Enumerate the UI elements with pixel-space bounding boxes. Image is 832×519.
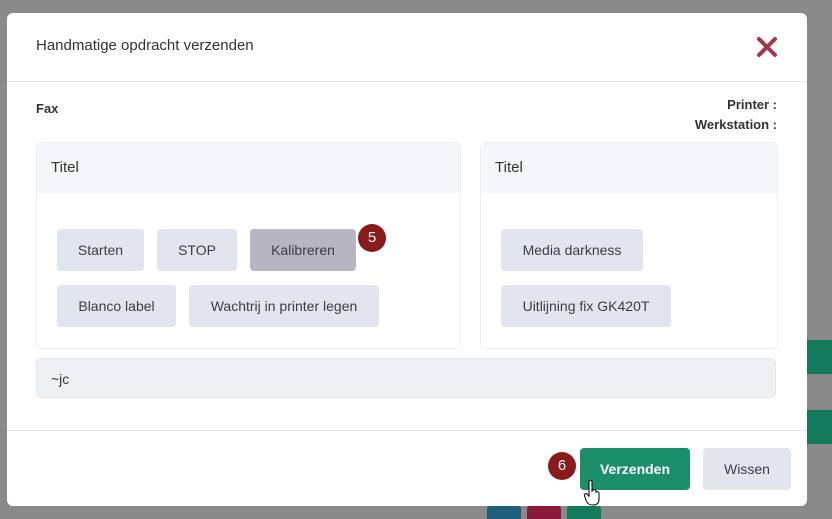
media-darkness-button[interactable]: Media darkness (501, 229, 643, 271)
calibrate-button[interactable]: Kalibreren (250, 229, 356, 271)
alignment-fix-button[interactable]: Uitlijning fix GK420T (501, 285, 671, 327)
panel-title: Titel (37, 143, 460, 193)
background-blue-button (487, 505, 521, 519)
command-panel-right: Titel Media darkness Uitlijning fix GK42… (480, 142, 778, 349)
hand-pointer-cursor-icon (584, 480, 600, 506)
modal-footer: 6 Verzenden Wissen (7, 430, 807, 506)
stop-button[interactable]: STOP (157, 229, 237, 271)
modal-header: Handmatige opdracht verzenden (7, 13, 807, 82)
background-red-button (527, 505, 561, 519)
printer-label: Printer : (727, 97, 777, 112)
modal-title: Handmatige opdracht verzenden (36, 37, 254, 54)
clear-button[interactable]: Wissen (703, 448, 791, 490)
step-badge-5: 5 (358, 224, 386, 252)
close-icon (757, 37, 777, 57)
close-button[interactable] (755, 35, 779, 59)
command-input[interactable]: ~jc (36, 358, 776, 398)
background-green-button (567, 505, 601, 519)
send-command-modal: Handmatige opdracht verzenden Fax Printe… (7, 13, 807, 506)
workstation-label: Werkstation : (694, 117, 777, 132)
panel-title: Titel (481, 143, 777, 193)
command-panel-left: Titel Starten STOP Kalibreren Blanco lab… (36, 142, 461, 349)
clear-printer-queue-button[interactable]: Wachtrij in printer legen (189, 285, 379, 327)
blank-label-button[interactable]: Blanco label (57, 285, 176, 327)
step-badge-6: 6 (548, 452, 576, 480)
printer-type-label: Fax (36, 101, 59, 116)
printer-meta: Printer : Werkstation : (695, 95, 777, 135)
start-button[interactable]: Starten (57, 229, 144, 271)
